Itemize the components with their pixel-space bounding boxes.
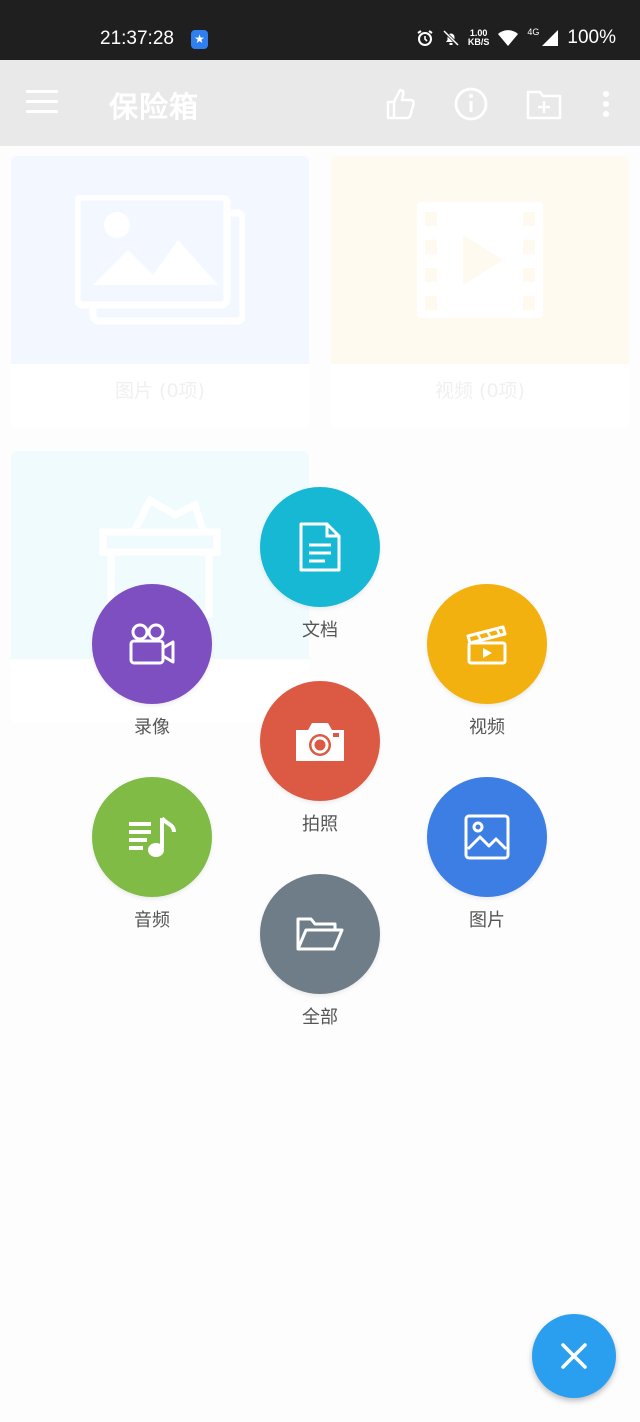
image-button[interactable] xyxy=(427,777,547,897)
app-notification-icon: ★ xyxy=(191,30,208,49)
menu-icon[interactable] xyxy=(26,90,58,114)
status-icons: 1.00 KB/S 4G 100% xyxy=(416,27,616,49)
document-icon xyxy=(299,522,341,572)
video-button[interactable] xyxy=(427,584,547,704)
network-speed: 1.00 KB/S xyxy=(468,29,490,47)
close-menu-button[interactable] xyxy=(532,1314,616,1398)
take-photo-label: 拍照 xyxy=(302,814,338,835)
network-type: 4G xyxy=(527,27,540,37)
video-camera-icon xyxy=(129,623,175,665)
all-files-label: 全部 xyxy=(302,1007,338,1028)
signal-icon xyxy=(542,30,559,46)
add-folder-icon[interactable] xyxy=(524,84,564,124)
document-label: 文档 xyxy=(302,620,338,641)
folder-open-icon xyxy=(296,917,344,951)
all-files-button[interactable] xyxy=(260,874,380,994)
wifi-icon xyxy=(498,30,519,46)
camera-icon xyxy=(296,723,344,761)
status-bar: 21:37:28 ★ 1.00 KB/S 4G 100% xyxy=(0,0,640,60)
document-button[interactable] xyxy=(260,487,380,607)
battery-level: 100% xyxy=(567,27,616,48)
image-icon xyxy=(464,814,510,860)
close-icon xyxy=(561,1343,587,1369)
more-vert-icon[interactable] xyxy=(586,84,626,124)
network-speed-unit: KB/S xyxy=(467,37,490,47)
take-photo-button[interactable] xyxy=(260,681,380,801)
thumbs-up-icon[interactable] xyxy=(380,84,420,124)
notifications-off-icon xyxy=(442,29,459,47)
app-bar: 保险箱 xyxy=(0,60,640,146)
status-time: 21:37:28 xyxy=(100,28,174,49)
info-icon[interactable] xyxy=(451,84,491,124)
video-label: 视频 xyxy=(469,717,505,738)
page-title: 保险箱 xyxy=(109,90,200,124)
alarm-icon xyxy=(417,30,433,46)
audio-label: 音频 xyxy=(134,910,170,931)
clapperboard-icon xyxy=(466,625,507,665)
image-label: 图片 xyxy=(469,910,505,931)
music-note-icon xyxy=(129,816,176,857)
record-video-button[interactable] xyxy=(92,584,212,704)
record-video-label: 录像 xyxy=(134,717,170,738)
audio-button[interactable] xyxy=(92,777,212,897)
